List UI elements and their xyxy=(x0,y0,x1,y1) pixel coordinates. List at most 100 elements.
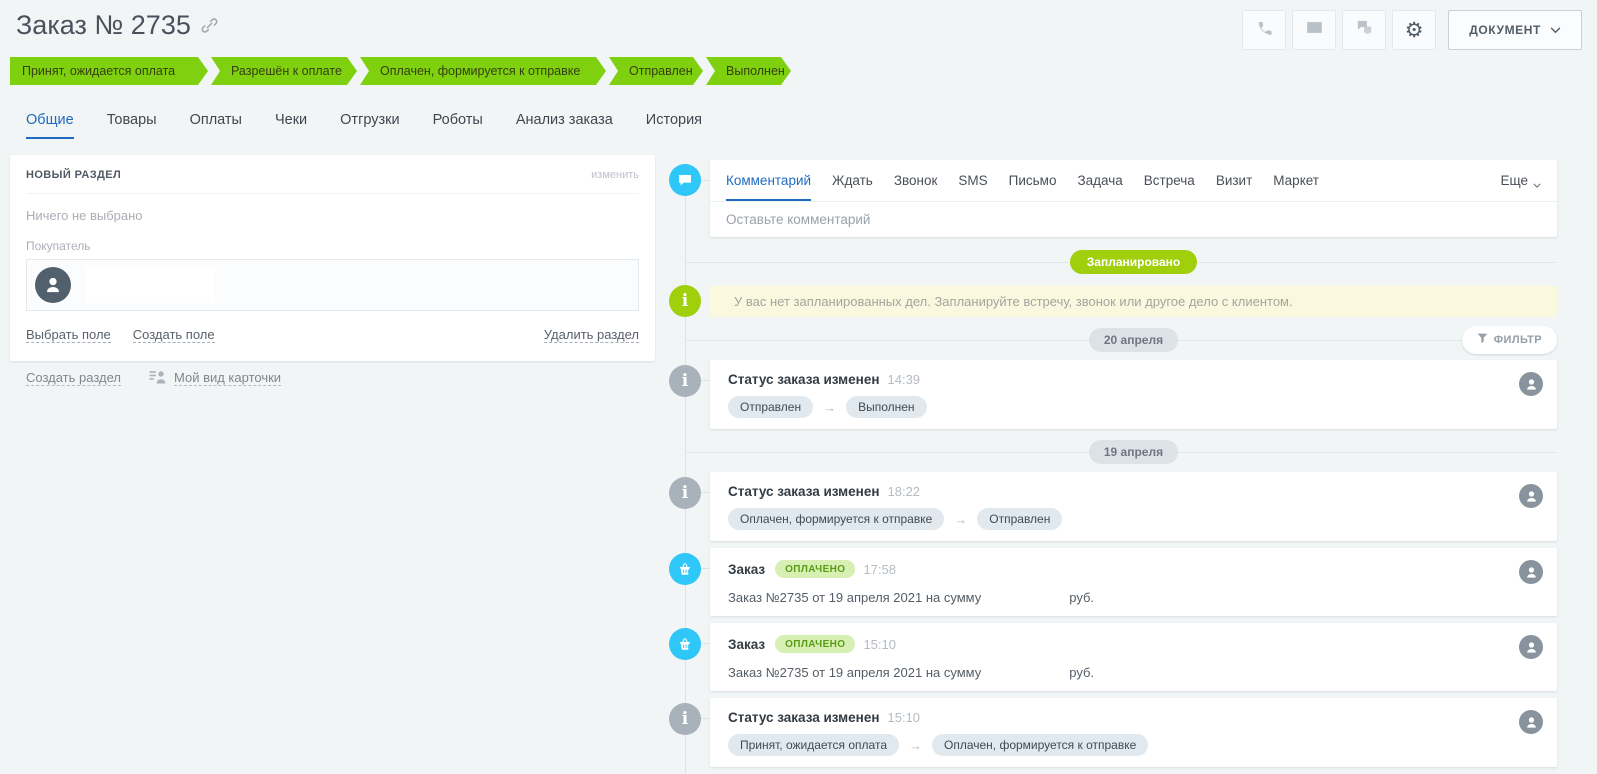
timeline-tab[interactable]: Ждать xyxy=(832,160,873,201)
timeline-rail xyxy=(685,168,686,774)
comment-input[interactable]: Оставьте комментарий xyxy=(710,202,1557,237)
buyer-label: Покупатель xyxy=(26,239,639,253)
my-card-view-label[interactable]: Мой вид карточки xyxy=(174,370,281,386)
info-icon: i xyxy=(669,703,701,735)
planned-badge: Запланировано xyxy=(1070,250,1198,274)
entry-body: Заказ №2735 от 19 апреля 2021 на суммуру… xyxy=(728,665,1539,680)
author-avatar xyxy=(1519,710,1543,734)
pipeline-stage[interactable]: Оплачен, формируется к отправке xyxy=(360,57,606,85)
date-separator: 19 апреля xyxy=(710,439,1557,465)
entry-body-text: Заказ №2735 от 19 апреля 2021 на сумму xyxy=(728,590,981,605)
mail-icon xyxy=(1305,18,1324,42)
info-glyph: i xyxy=(682,293,688,310)
entry-body-suffix: руб. xyxy=(1069,590,1094,605)
main-tabs: Общие Товары Оплаты Чеки Отгрузки Роботы Анали… xyxy=(26,112,702,139)
timeline-entry: iСтатус заказа изменен14:39Отправлен→Вып… xyxy=(710,360,1557,429)
select-field-link[interactable]: Выбрать поле xyxy=(26,327,111,343)
chat-button[interactable] xyxy=(1342,10,1386,50)
pipeline-stage[interactable]: Разрешён к оплате xyxy=(211,57,357,85)
basket-icon xyxy=(669,553,701,585)
tab-роботы[interactable]: Роботы xyxy=(433,112,483,139)
entry-header: Статус заказа изменен 18:22 xyxy=(728,484,1539,499)
timeline-tabs-row: Комментарий Ждать Звонок SMS Письмо Задача Вст… xyxy=(710,160,1557,202)
author-avatar xyxy=(1519,635,1543,659)
delete-section-link[interactable]: Удалить раздел xyxy=(544,327,639,343)
section-card: НОВЫЙ РАЗДЕЛ изменить Ничего не выбрано … xyxy=(10,155,655,361)
entry-header: Статус заказа изменен15:10 xyxy=(728,710,1539,725)
call-button[interactable] xyxy=(1242,10,1286,50)
status-from: Оплачен, формируется к отправке xyxy=(728,508,944,530)
info-icon: i xyxy=(669,285,701,317)
timeline-tab[interactable]: Маркет xyxy=(1273,160,1319,201)
filter-label: ФИЛЬТР xyxy=(1494,334,1542,346)
entry-body: Заказ №2735 от 19 апреля 2021 на сумму ру… xyxy=(728,590,1539,605)
paid-badge: ОПЛАЧЕНО xyxy=(775,635,855,653)
mail-button[interactable] xyxy=(1292,10,1336,50)
timeline-entry: ЗаказОПЛАЧЕНО17:58 Заказ №2735 от 19 апре… xyxy=(710,548,1557,616)
entry-time: 15:10 xyxy=(863,637,896,652)
tab-товары[interactable]: Товары xyxy=(107,112,157,139)
tab-анализ-заказа[interactable]: Анализ заказа xyxy=(516,112,613,139)
settings-button[interactable]: ⚙ xyxy=(1392,10,1436,50)
page-title: Заказ № 2735 xyxy=(16,10,191,41)
pipeline-stage[interactable]: Выполнен xyxy=(706,57,791,85)
document-button[interactable]: ДОКУМЕНТ xyxy=(1448,10,1582,50)
status-from: Отправлен xyxy=(728,396,813,418)
basket-icon xyxy=(669,628,701,660)
nothing-selected-text: Ничего не выбрано xyxy=(26,208,639,223)
chevron-down-icon xyxy=(1533,176,1541,191)
section-title: НОВЫЙ РАЗДЕЛ xyxy=(26,169,121,181)
create-field-link[interactable]: Создать поле xyxy=(133,327,215,343)
timeline-more-menu[interactable]: Еще xyxy=(1501,170,1541,191)
planned-separator: Запланировано xyxy=(710,249,1557,275)
timeline-tab[interactable]: Письмо xyxy=(1009,160,1057,201)
timeline: Комментарий Ждать Звонок SMS Письмо Задача Вст… xyxy=(710,160,1557,767)
date-badge: 19 апреля xyxy=(1089,440,1178,464)
tab-чеки[interactable]: Чеки xyxy=(275,112,307,139)
entry-title: Статус заказа изменен xyxy=(728,710,880,725)
planned-notice-wrap: i У вас нет запланированных дел. Заплани… xyxy=(710,286,1557,317)
author-avatar xyxy=(1519,560,1543,584)
phone-icon xyxy=(1255,19,1273,42)
tab-история[interactable]: История xyxy=(646,112,702,139)
entry-time: 18:22 xyxy=(888,484,921,499)
timeline-tabs: Комментарий Ждать Звонок SMS Письмо Задача Вст… xyxy=(726,160,1319,201)
timeline-tab[interactable]: Задача xyxy=(1077,160,1122,201)
timeline-entry: iСтатус заказа изменен15:10Принят, ожида… xyxy=(710,698,1557,767)
create-section-link[interactable]: Создать раздел xyxy=(26,370,121,386)
edit-section-link[interactable]: изменить xyxy=(591,169,639,181)
status-from: Принят, ожидается оплата xyxy=(728,734,899,756)
pipeline-stage[interactable]: Отправлен xyxy=(609,57,703,85)
planned-empty-notice: У вас нет запланированных дел. Запланиру… xyxy=(710,286,1557,317)
buyer-avatar xyxy=(35,267,71,303)
entry-header: ЗаказОПЛАЧЕНО15:10 xyxy=(728,635,1539,653)
status-to: Отправлен xyxy=(977,508,1062,530)
pipeline-stage[interactable]: Принят, ожидается оплата xyxy=(10,57,208,85)
my-card-view-link[interactable]: Мой вид карточки xyxy=(149,368,281,388)
entry-header: ЗаказОПЛАЧЕНО17:58 xyxy=(728,560,1539,578)
entry-title: Статус заказа изменен xyxy=(728,372,880,387)
arrow-right-icon: → xyxy=(909,738,922,753)
tab-отгрузки[interactable]: Отгрузки xyxy=(340,112,399,139)
tab-оплаты[interactable]: Оплаты xyxy=(190,112,242,139)
arrow-right-icon: → xyxy=(823,400,836,415)
timeline-tab[interactable]: Визит xyxy=(1216,160,1252,201)
filter-button[interactable]: ФИЛЬТР xyxy=(1462,326,1557,354)
timeline-tab[interactable]: SMS xyxy=(958,160,987,201)
entry-time: 17:58 xyxy=(863,562,896,577)
buyer-name-redacted xyxy=(85,267,215,303)
author-avatar xyxy=(1519,372,1543,396)
info-icon: i xyxy=(669,365,701,397)
funnel-icon xyxy=(1477,333,1488,347)
entry-body-suffix: руб. xyxy=(1069,665,1094,680)
tab-общие[interactable]: Общие xyxy=(26,112,74,139)
link-icon[interactable] xyxy=(201,17,218,34)
timeline-tab[interactable]: Звонок xyxy=(894,160,938,201)
buyer-field[interactable] xyxy=(26,259,639,311)
timeline-tab[interactable]: Комментарий xyxy=(726,160,811,201)
entry-title: Статус заказа изменен xyxy=(728,484,880,499)
comment-card: Комментарий Ждать Звонок SMS Письмо Задача Вст… xyxy=(710,160,1557,237)
status-transition: Принят, ожидается оплата→Оплачен, формир… xyxy=(728,734,1539,756)
timeline-tab[interactable]: Встреча xyxy=(1144,160,1195,201)
entry-time: 14:39 xyxy=(888,372,921,387)
